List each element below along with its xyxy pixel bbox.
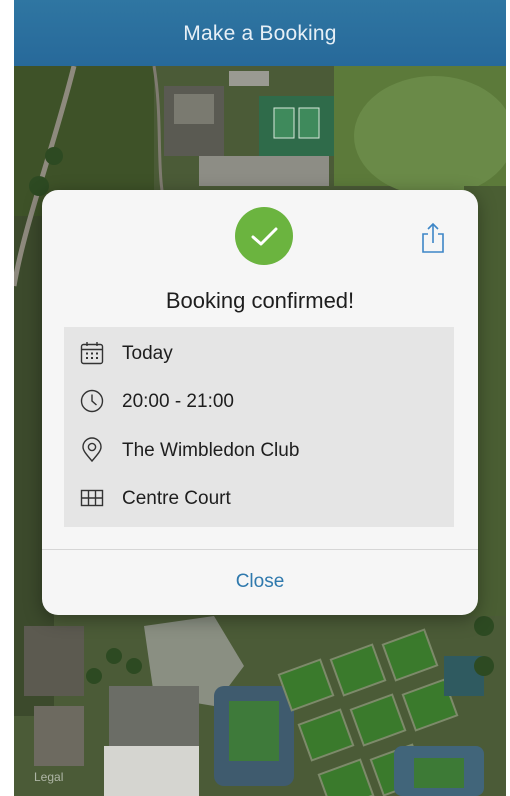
booking-details-panel: Today 20:00 - 21:00 The Wimbledon Club C… — [64, 327, 454, 527]
location-pin-icon — [79, 437, 105, 463]
court-grid-icon — [79, 485, 105, 511]
app-screen: Make a Booking Legal Booking confirmed! … — [14, 0, 506, 796]
clock-icon — [79, 388, 105, 414]
detail-row-date: Today — [64, 331, 454, 375]
booking-court: Centre Court — [122, 488, 231, 509]
share-icon[interactable] — [420, 222, 446, 254]
booking-venue: The Wimbledon Club — [122, 440, 300, 461]
close-button[interactable]: Close — [42, 550, 478, 615]
calendar-icon — [79, 340, 105, 366]
header-bar: Make a Booking — [14, 0, 506, 66]
page-title: Make a Booking — [183, 22, 337, 45]
booking-date: Today — [122, 343, 173, 364]
detail-row-time: 20:00 - 21:00 — [64, 379, 454, 423]
detail-row-venue: The Wimbledon Club — [64, 428, 454, 472]
dialog-title: Booking confirmed! — [165, 288, 355, 313]
detail-row-court: Centre Court — [64, 476, 454, 520]
checkmark-success-icon — [235, 207, 293, 265]
map-legal-link[interactable]: Legal — [34, 770, 63, 784]
booking-confirmation-dialog: Booking confirmed! Today 20:00 - 21:00 T… — [42, 190, 478, 615]
booking-time: 20:00 - 21:00 — [122, 391, 234, 412]
